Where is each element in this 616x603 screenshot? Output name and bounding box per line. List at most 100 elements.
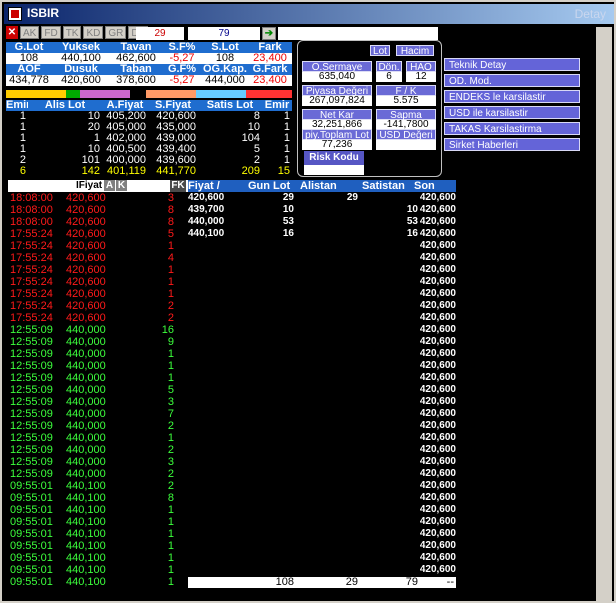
depth-row[interactable]: 420,600: [188, 372, 456, 384]
depth-row[interactable]: 420,600: [188, 408, 456, 420]
book-header[interactable]: Alis Lot: [28, 100, 102, 111]
book-header[interactable]: Emir: [6, 100, 28, 111]
depth-row[interactable]: 420,600: [188, 264, 456, 276]
depth-row[interactable]: 420,600 29 29 420,600: [188, 192, 456, 204]
depth-row[interactable]: 420,600: [188, 276, 456, 288]
btn-k[interactable]: K: [116, 180, 127, 191]
depth-row[interactable]: 440,000 53 53 420,600: [188, 216, 456, 228]
depth-row[interactable]: 420,600: [188, 384, 456, 396]
depth-row[interactable]: 420,600: [188, 324, 456, 336]
tab-gr[interactable]: GR: [105, 26, 127, 39]
lot-button[interactable]: Lot: [370, 45, 390, 57]
depth-row[interactable]: 420,600: [188, 396, 456, 408]
trade-row[interactable]: 12:55:09 440,000 2: [8, 444, 188, 456]
trade-row[interactable]: 17:55:24 420,600 5: [8, 228, 188, 240]
book-header[interactable]: Emir: [262, 100, 292, 111]
depth-row[interactable]: 420,600: [188, 288, 456, 300]
depth-row[interactable]: 420,600: [188, 432, 456, 444]
btn-a[interactable]: A: [104, 180, 115, 191]
depth-row[interactable]: 420,600: [188, 252, 456, 264]
depth-row[interactable]: 420,600: [188, 360, 456, 372]
depth-row[interactable]: 420,600: [188, 480, 456, 492]
trade-row[interactable]: 18:08:00 420,600 3: [8, 192, 188, 204]
close-icon[interactable]: ✕: [6, 26, 18, 39]
depth-row[interactable]: 440,100 16 16 420,600: [188, 228, 456, 240]
hacim-button[interactable]: Hacim: [396, 45, 434, 57]
depth-row[interactable]: 420,600: [188, 456, 456, 468]
depth-row[interactable]: 420,600: [188, 552, 456, 564]
arrow-right-icon[interactable]: ➔: [262, 27, 276, 40]
trade-row[interactable]: 17:55:24 420,600 4: [8, 252, 188, 264]
risk-kodu-button[interactable]: Risk Kodu: [304, 151, 364, 165]
depth-row[interactable]: 420,600: [188, 504, 456, 516]
menu-item[interactable]: USD ile karsilastir: [444, 106, 580, 119]
depth-row[interactable]: 420,600: [188, 564, 456, 576]
tab-kd[interactable]: KD: [83, 26, 104, 39]
trade-row[interactable]: 12:55:09 440,000 2: [8, 468, 188, 480]
trade-row[interactable]: 09:55:01 440,100 1: [8, 516, 188, 528]
depth-h-fiyat[interactable]: Fiyat /: [188, 180, 226, 192]
trade-row[interactable]: 17:55:24 420,600 1: [8, 240, 188, 252]
menu-item[interactable]: Teknik Detay: [444, 58, 580, 71]
trade-row[interactable]: 12:55:09 440,000 9: [8, 336, 188, 348]
depth-row[interactable]: 420,600: [188, 348, 456, 360]
depth-h-alistan[interactable]: Alistan: [300, 180, 358, 192]
trade-row[interactable]: 12:55:09 440,000 2: [8, 420, 188, 432]
depth-row[interactable]: 420,600: [188, 312, 456, 324]
symbol-input[interactable]: [278, 27, 438, 40]
trade-row[interactable]: 09:55:01 440,100 1: [8, 552, 188, 564]
trade-row[interactable]: 12:55:09 440,000 3: [8, 396, 188, 408]
book-header[interactable]: A.Fiyat: [102, 100, 148, 111]
tab-fd[interactable]: FD: [41, 26, 61, 39]
book-header[interactable]: Satis Lot: [198, 100, 262, 111]
depth-row[interactable]: 420,600: [188, 468, 456, 480]
depth-row[interactable]: 420,600: [188, 300, 456, 312]
trade-row[interactable]: 09:55:01 440,100 8: [8, 492, 188, 504]
trade-row[interactable]: 09:55:01 440,100 1: [8, 504, 188, 516]
title-bar[interactable]: ISBIR Detay: [4, 4, 614, 24]
trade-row[interactable]: 12:55:09 440,000 3: [8, 456, 188, 468]
trade-row[interactable]: 12:55:09 440,000 16: [8, 324, 188, 336]
depth-row[interactable]: 420,600: [188, 540, 456, 552]
btn-fk[interactable]: FK: [170, 180, 186, 192]
trade-row[interactable]: 18:08:00 420,600 8: [8, 204, 188, 216]
scrollbar[interactable]: [596, 27, 612, 601]
depth-row[interactable]: 420,600: [188, 444, 456, 456]
trade-row[interactable]: 18:08:00 420,600 8: [8, 216, 188, 228]
trade-row[interactable]: 12:55:09 440,000 1: [8, 360, 188, 372]
menu-item[interactable]: Sirket Haberleri: [444, 138, 580, 151]
trade-row[interactable]: 09:55:01 440,100 1: [8, 540, 188, 552]
depth-h-satistan[interactable]: Satistan: [362, 180, 418, 192]
menu-item[interactable]: OD. Mod.: [444, 74, 580, 87]
trade-row[interactable]: 12:55:09 440,000 1: [8, 348, 188, 360]
trade-row[interactable]: 09:55:01 440,100 1: [8, 528, 188, 540]
trade-row[interactable]: 09:55:01 440,100 1: [8, 564, 188, 576]
trade-row[interactable]: 12:55:09 440,000 7: [8, 408, 188, 420]
value-left-field[interactable]: 29: [136, 27, 184, 40]
menu-item[interactable]: ENDEKS le karsilastir: [444, 90, 580, 103]
tab-ak[interactable]: AK: [20, 26, 40, 39]
trade-row[interactable]: 17:55:24 420,600 1: [8, 264, 188, 276]
trade-row[interactable]: 12:55:09 440,000 5: [8, 384, 188, 396]
depth-row[interactable]: 420,600: [188, 492, 456, 504]
depth-row[interactable]: 420,600: [188, 516, 456, 528]
trade-row[interactable]: 17:55:24 420,600 1: [8, 276, 188, 288]
book-header[interactable]: S.Fiyat: [148, 100, 198, 111]
depth-row[interactable]: 420,600: [188, 420, 456, 432]
depth-h-gunlot[interactable]: Gun Lot: [248, 180, 294, 192]
trade-row[interactable]: 12:55:09 440,000 1: [8, 432, 188, 444]
trade-row[interactable]: 09:55:01 440,100 2: [8, 480, 188, 492]
depth-row[interactable]: 420,600: [188, 336, 456, 348]
menu-item[interactable]: TAKAS Karsilastirma: [444, 122, 580, 135]
tab-tk[interactable]: TK: [62, 26, 82, 39]
trade-row[interactable]: 17:55:24 420,600 1: [8, 288, 188, 300]
depth-row[interactable]: 420,600: [188, 240, 456, 252]
trade-row[interactable]: 09:55:01 440,100 1: [8, 576, 188, 588]
trade-row[interactable]: 12:55:09 440,000 1: [8, 372, 188, 384]
depth-row[interactable]: 439,700 10 10 420,600: [188, 204, 456, 216]
depth-h-son[interactable]: Son: [414, 180, 456, 192]
detay-label[interactable]: Detay: [575, 7, 606, 21]
depth-row[interactable]: 420,600: [188, 528, 456, 540]
trade-row[interactable]: 17:55:24 420,600 2: [8, 312, 188, 324]
value-right-field[interactable]: 79: [188, 27, 260, 40]
